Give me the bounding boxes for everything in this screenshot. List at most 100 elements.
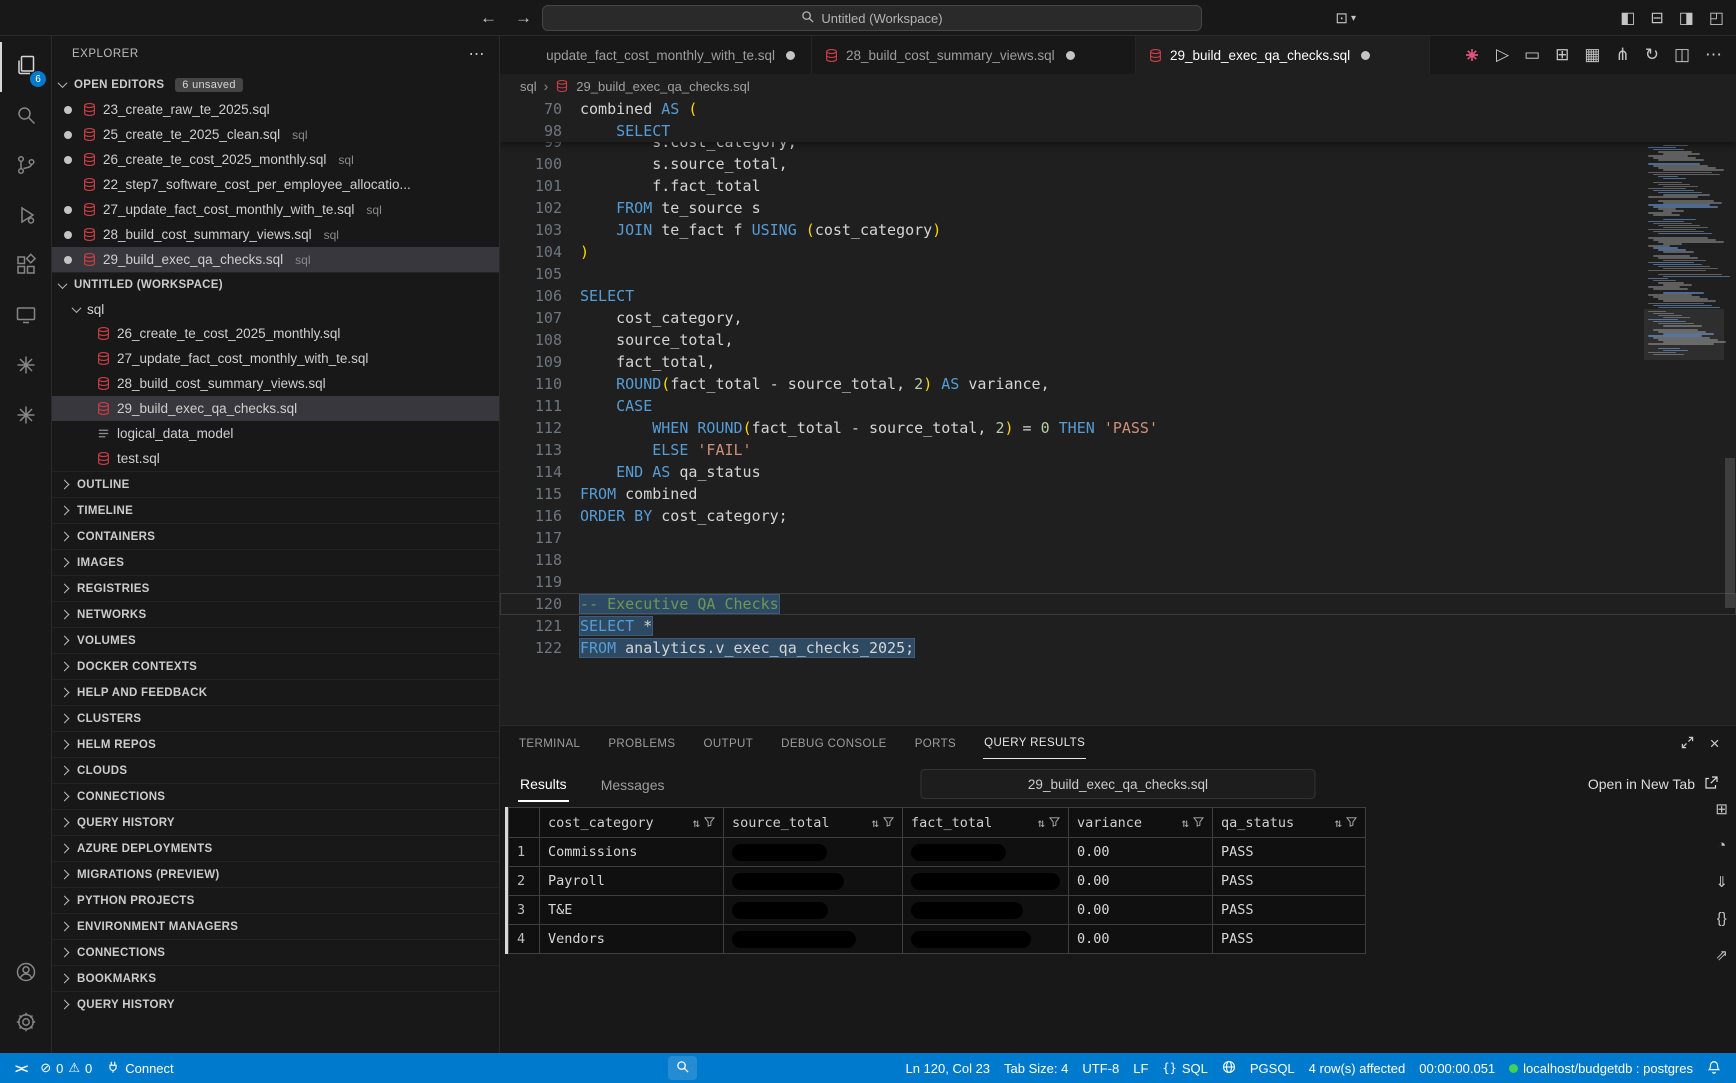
more-actions-icon[interactable]: ⋯: [469, 44, 486, 64]
table-cell[interactable]: PASS: [1213, 896, 1366, 925]
results-view-tab-messages[interactable]: Messages: [599, 767, 667, 801]
connection-icon[interactable]: ⋔: [1615, 45, 1629, 65]
run-query-icon[interactable]: ▷: [1496, 45, 1509, 65]
table-cell[interactable]: PASS: [1213, 838, 1366, 867]
more-actions-icon[interactable]: ⋯: [1705, 45, 1722, 65]
editor-tab[interactable]: 28_build_cost_summary_views.sql: [812, 36, 1136, 74]
editor-tab[interactable]: 29_build_exec_qa_checks.sql: [1136, 36, 1430, 74]
sidebar-section-connections-12[interactable]: CONNECTIONS: [52, 783, 499, 809]
layout-control-icon[interactable]: ⊡: [1335, 9, 1348, 27]
table-cell[interactable]: [903, 838, 1069, 867]
toggle-panel-icon[interactable]: ⊟: [1650, 8, 1663, 28]
panel-tab-ports[interactable]: PORTS: [914, 729, 957, 759]
sidebar-section-query-history-20[interactable]: QUERY HISTORY: [52, 991, 499, 1017]
panel-tab-problems[interactable]: PROBLEMS: [607, 729, 676, 759]
file-tree-item[interactable]: 27_update_fact_cost_monthly_with_te.sql: [52, 346, 499, 371]
filter-icon[interactable]: [1049, 816, 1060, 830]
table-cell[interactable]: [903, 925, 1069, 954]
activity-search[interactable]: [0, 92, 51, 142]
activity-run-debug[interactable]: [0, 192, 51, 242]
filter-icon[interactable]: [1346, 816, 1357, 830]
maximize-panel-icon[interactable]: [1681, 736, 1694, 752]
column-header[interactable]: cost_category⇅: [540, 808, 724, 838]
pgsql-status[interactable]: PGSQL: [1243, 1053, 1302, 1083]
file-tree-item[interactable]: logical_data_model: [52, 421, 499, 446]
open-table-icon[interactable]: ▦: [1584, 45, 1600, 65]
open-editors-header[interactable]: OPEN EDITORS 6 unsaved: [52, 72, 499, 97]
search-status-item[interactable]: [668, 1056, 697, 1080]
file-tree-item[interactable]: 26_create_te_cost_2025_monthly.sql: [52, 321, 499, 346]
table-cell[interactable]: [903, 867, 1069, 896]
db-connection[interactable]: localhost/budgetdb : postgres: [1502, 1053, 1700, 1083]
activity-starburst-2[interactable]: [0, 392, 51, 442]
close-panel-icon[interactable]: ×: [1710, 734, 1720, 754]
toggle-primary-sidebar-icon[interactable]: ◧: [1620, 8, 1635, 28]
filter-icon[interactable]: [883, 816, 894, 830]
table-row[interactable]: 4Vendors0.00PASS: [509, 925, 1366, 954]
save-csv-icon[interactable]: ⇓: [1715, 873, 1728, 891]
panel-tab-debug-console[interactable]: DEBUG CONSOLE: [780, 729, 888, 759]
results-view-tab-results[interactable]: Results: [518, 766, 569, 802]
panel-tab-terminal[interactable]: TERMINAL: [518, 729, 581, 759]
sidebar-section-help-and-feedback-8[interactable]: HELP AND FEEDBACK: [52, 679, 499, 705]
indentation[interactable]: Tab Size: 4: [997, 1053, 1075, 1083]
scrollbar-slider[interactable]: [1725, 458, 1735, 608]
sidebar-section-connections-18[interactable]: CONNECTIONS: [52, 939, 499, 965]
chart-icon[interactable]: ◔: [1717, 837, 1726, 854]
activity-remote-explorer[interactable]: [0, 292, 51, 342]
open-editor-item[interactable]: 29_build_exec_qa_checks.sqlsql: [52, 247, 499, 272]
activity-source-control[interactable]: [0, 142, 51, 192]
encoding[interactable]: UTF-8: [1075, 1053, 1126, 1083]
notifications[interactable]: [1700, 1053, 1728, 1083]
table-cell[interactable]: [724, 896, 903, 925]
sidebar-section-containers-2[interactable]: CONTAINERS: [52, 523, 499, 549]
table-cell[interactable]: Vendors: [540, 925, 724, 954]
column-header[interactable]: fact_total⇅: [903, 808, 1069, 838]
table-cell[interactable]: Commissions: [540, 838, 724, 867]
filter-icon[interactable]: [704, 816, 715, 830]
open-editor-item[interactable]: 23_create_raw_te_2025.sql: [52, 97, 499, 122]
save-excel-icon[interactable]: ⇗: [1715, 946, 1728, 964]
sort-icon[interactable]: ⇅: [1182, 816, 1189, 830]
nav-forward-icon[interactable]: →: [515, 8, 532, 28]
minimap[interactable]: [1648, 106, 1720, 356]
file-tree-item[interactable]: 29_build_exec_qa_checks.sql: [52, 396, 499, 421]
table-row[interactable]: 3T&E0.00PASS: [509, 896, 1366, 925]
file-tree-item[interactable]: 28_build_cost_summary_views.sql: [52, 371, 499, 396]
activity-accounts[interactable]: [0, 949, 51, 999]
sidebar-section-bookmarks-19[interactable]: BOOKMARKS: [52, 965, 499, 991]
table-cell[interactable]: [903, 896, 1069, 925]
table-cell[interactable]: [724, 925, 903, 954]
language-mode[interactable]: {}SQL: [1155, 1053, 1214, 1083]
chevron-down-icon[interactable]: ▾: [1351, 13, 1356, 24]
table-row[interactable]: 2Payroll0.00PASS: [509, 867, 1366, 896]
results-file-selector[interactable]: 29_build_exec_qa_checks.sql: [921, 769, 1316, 799]
pgsql-logo-icon[interactable]: [1463, 46, 1481, 64]
sidebar-section-query-history-13[interactable]: QUERY HISTORY: [52, 809, 499, 835]
sidebar-section-azure-deployments-14[interactable]: AZURE DEPLOYMENTS: [52, 835, 499, 861]
modified-dot[interactable]: [1361, 51, 1370, 60]
breadcrumb-file[interactable]: 29_build_exec_qa_checks.sql: [576, 79, 749, 94]
save-json-icon[interactable]: {}: [1717, 910, 1727, 927]
column-header[interactable]: qa_status⇅: [1213, 808, 1366, 838]
code-editor[interactable]: 99 s.cost_category,100 s.source_total,10…: [500, 98, 1736, 725]
workspace-header[interactable]: UNTITLED (WORKSPACE): [52, 272, 499, 297]
table-row[interactable]: 1Commissions0.00PASS: [509, 838, 1366, 867]
cursor-position[interactable]: Ln 120, Col 23: [898, 1053, 997, 1083]
sidebar-section-helm-repos-10[interactable]: HELM REPOS: [52, 731, 499, 757]
filter-icon[interactable]: [1193, 816, 1204, 830]
table-cell[interactable]: 0.00: [1069, 867, 1213, 896]
panel-tab-output[interactable]: OUTPUT: [702, 729, 754, 759]
connect-status[interactable]: Connect: [99, 1053, 180, 1083]
activity-starburst-1[interactable]: [0, 342, 51, 392]
editor-scrollbar[interactable]: [1724, 98, 1736, 725]
toggle-secondary-sidebar-icon[interactable]: ◨: [1679, 8, 1694, 28]
sidebar-section-python-projects-16[interactable]: PYTHON PROJECTS: [52, 887, 499, 913]
table-cell[interactable]: 0.00: [1069, 925, 1213, 954]
customize-layout-icon[interactable]: ◰: [1709, 8, 1724, 28]
activity-explorer[interactable]: 6: [0, 42, 51, 92]
table-cell[interactable]: T&E: [540, 896, 724, 925]
sidebar-section-timeline-1[interactable]: TIMELINE: [52, 497, 499, 523]
table-cell[interactable]: PASS: [1213, 925, 1366, 954]
table-cell[interactable]: PASS: [1213, 867, 1366, 896]
